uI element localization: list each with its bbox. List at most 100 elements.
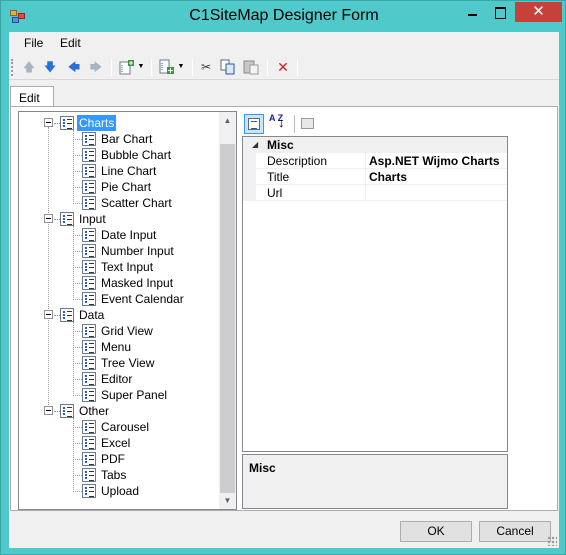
toolbar-separator — [267, 59, 268, 76]
tree-node[interactable]: Charts — [77, 115, 117, 131]
property-name: Url — [267, 186, 283, 200]
maximize-button[interactable] — [487, 2, 513, 22]
tree-node[interactable]: Bar Chart — [99, 131, 154, 147]
tree-node[interactable]: Carousel — [99, 419, 151, 435]
categorized-button[interactable] — [244, 114, 264, 134]
sitemap-node-icon — [82, 324, 96, 338]
toolbar: 🡅 🡇 🡄 🡆 ▼ ▼ ✂ ✕ — [9, 55, 559, 80]
tree-node[interactable]: Tree View — [99, 355, 156, 371]
property-grid-toolbar: A Z ↓ — [242, 113, 508, 135]
sitemap-node-icon — [60, 116, 74, 130]
insert-icon[interactable] — [159, 59, 175, 75]
tree-node[interactable]: Pie Chart — [99, 179, 153, 195]
tree-node[interactable]: Grid View — [99, 323, 155, 339]
menu-file[interactable]: File — [24, 36, 43, 50]
alphabetical-button[interactable]: A Z ↓ — [267, 114, 287, 134]
sitemap-node-icon — [82, 468, 96, 482]
sitemap-node-icon — [82, 292, 96, 306]
sitemap-tree[interactable]: ▲ ▼ Charts Bar Chart Bubble Chart Line Char… — [18, 111, 237, 510]
move-up-icon[interactable]: 🡅 — [21, 59, 37, 75]
client-area: File Edit 🡅 🡇 🡄 🡆 ▼ ▼ ✂ ✕ Edit ▲ ▼ Chart… — [9, 32, 559, 548]
sitemap-node-icon — [82, 132, 96, 146]
delete-icon[interactable]: ✕ — [275, 59, 291, 75]
resize-grip-icon[interactable] — [547, 536, 557, 546]
insert-dropdown-icon[interactable]: ▼ — [177, 59, 185, 75]
tree-node[interactable]: Tabs — [99, 467, 128, 483]
tab-edit[interactable]: Edit — [10, 86, 54, 107]
sitemap-node-icon — [82, 180, 96, 194]
sitemap-node-icon — [82, 420, 96, 434]
cancel-button[interactable]: Cancel — [479, 521, 551, 542]
close-button[interactable]: ✕ — [515, 2, 562, 22]
sitemap-node-icon — [82, 356, 96, 370]
property-toolbar-separator — [294, 115, 295, 133]
collapse-triangle-icon[interactable]: ◢ — [252, 140, 258, 149]
sitemap-node-icon — [60, 212, 74, 226]
sitemap-node-icon — [82, 228, 96, 242]
sitemap-node-icon — [82, 164, 96, 178]
collapse-toggle-icon[interactable] — [44, 406, 53, 415]
sitemap-node-icon — [82, 340, 96, 354]
tree-node[interactable]: Input — [77, 211, 108, 227]
property-row-title[interactable]: Title Charts — [243, 169, 507, 185]
title-bar[interactable]: C1SiteMap Designer Form ✕ — [1, 1, 566, 32]
tree-node[interactable]: Upload — [99, 483, 141, 499]
cut-icon[interactable]: ✂ — [198, 59, 214, 75]
sitemap-node-icon — [82, 260, 96, 274]
collapse-toggle-icon[interactable] — [44, 310, 53, 319]
help-title: Misc — [249, 461, 276, 475]
tree-node[interactable]: Text Input — [99, 259, 155, 275]
collapse-toggle-icon[interactable] — [44, 118, 53, 127]
move-right-icon[interactable]: 🡆 — [88, 59, 104, 75]
tab-page-edit: ▲ ▼ Charts Bar Chart Bubble Chart Line Char… — [10, 106, 558, 511]
tree-node[interactable]: Number Input — [99, 243, 176, 259]
collapse-toggle-icon[interactable] — [44, 214, 53, 223]
tree-node[interactable]: Date Input — [99, 227, 158, 243]
tree-node[interactable]: PDF — [99, 451, 127, 467]
sitemap-node-icon — [82, 372, 96, 386]
property-row-url[interactable]: Url — [243, 185, 507, 201]
add-child-icon[interactable] — [119, 59, 135, 75]
tree-node[interactable]: Bubble Chart — [99, 147, 173, 163]
sitemap-node-icon — [82, 436, 96, 450]
sitemap-node-icon — [60, 308, 74, 322]
scroll-thumb[interactable] — [220, 144, 235, 493]
property-grid: ◢ Misc Description Asp.NET Wijmo Charts … — [242, 136, 508, 452]
category-row-misc[interactable]: ◢ Misc — [243, 137, 507, 153]
menu-bar: File Edit — [9, 32, 559, 54]
tree-node[interactable]: Editor — [99, 371, 134, 387]
toolbar-separator — [297, 59, 298, 76]
property-pages-button[interactable] — [298, 114, 318, 134]
add-child-dropdown-icon[interactable]: ▼ — [137, 59, 145, 75]
sitemap-node-icon — [82, 388, 96, 402]
tree-node[interactable]: Masked Input — [99, 275, 175, 291]
sitemap-node-icon — [82, 196, 96, 210]
scroll-down-arrow-icon[interactable]: ▼ — [219, 492, 236, 509]
sitemap-node-icon — [82, 276, 96, 290]
tree-node[interactable]: Excel — [99, 435, 132, 451]
tree-node[interactable]: Scatter Chart — [99, 195, 174, 211]
menu-edit[interactable]: Edit — [60, 36, 81, 50]
property-row-description[interactable]: Description Asp.NET Wijmo Charts — [243, 153, 507, 169]
tree-node[interactable]: Data — [77, 307, 106, 323]
minimize-button[interactable] — [459, 2, 485, 22]
toolbar-grip[interactable] — [11, 59, 14, 76]
property-name: Description — [267, 154, 328, 168]
paste-icon[interactable] — [243, 59, 259, 75]
tree-node[interactable]: Other — [77, 403, 111, 419]
scroll-up-arrow-icon[interactable]: ▲ — [219, 112, 236, 129]
tree-node[interactable]: Super Panel — [99, 387, 169, 403]
property-help-panel: Misc — [242, 454, 508, 509]
move-left-icon[interactable]: 🡄 — [66, 59, 82, 75]
tree-node[interactable]: Menu — [99, 339, 133, 355]
tree-vertical-scrollbar[interactable]: ▲ ▼ — [219, 112, 236, 509]
property-value[interactable]: Asp.NET Wijmo Charts — [369, 154, 500, 168]
ok-button[interactable]: OK — [400, 521, 472, 542]
tree-node[interactable]: Event Calendar — [99, 291, 186, 307]
category-label: Misc — [267, 138, 294, 152]
move-down-icon[interactable]: 🡇 — [42, 59, 58, 75]
tree-node[interactable]: Line Chart — [99, 163, 158, 179]
property-value[interactable]: Charts — [369, 170, 407, 184]
copy-icon[interactable] — [220, 59, 236, 75]
sort-arrow-icon: ↓ — [278, 115, 285, 130]
